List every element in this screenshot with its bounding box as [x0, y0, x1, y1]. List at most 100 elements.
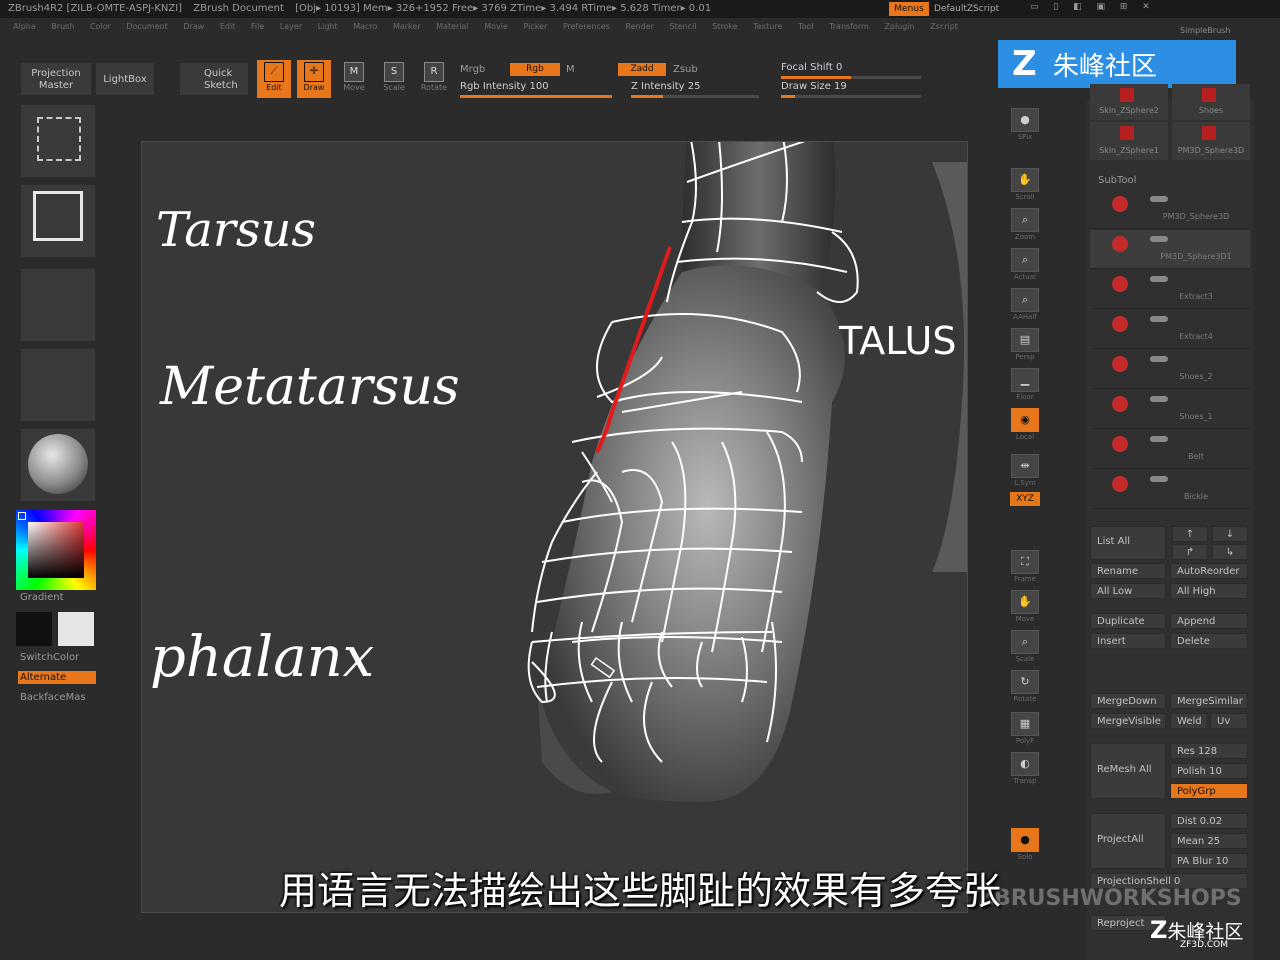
primary-color-swatch[interactable]	[16, 612, 52, 646]
projection-master-button[interactable]: Projection Master	[20, 62, 92, 96]
alternate-toggle[interactable]: Alternate	[18, 671, 96, 684]
persp-button[interactable]: ▤ Persp	[1007, 326, 1043, 362]
polyf-button[interactable]: ▦ PolyF	[1007, 710, 1043, 746]
subtool-item[interactable]: PM3D_Sphere3D	[1090, 190, 1250, 229]
visibility-toggle-icon[interactable]	[1150, 276, 1168, 282]
local-button[interactable]: ◉ Local	[1007, 406, 1043, 442]
edit-button[interactable]: ⟋ Edit	[257, 60, 291, 98]
secondary-color-swatch[interactable]	[58, 612, 94, 646]
merge-similar-button[interactable]: MergeSimilar	[1170, 693, 1248, 709]
mean-slider[interactable]: Mean 25	[1170, 833, 1248, 849]
rename-button[interactable]: Rename	[1090, 563, 1166, 579]
floor-button[interactable]: ▁ Floor	[1007, 366, 1043, 402]
menu-picker[interactable]: Picker	[523, 22, 547, 31]
visibility-toggle-icon[interactable]	[1150, 196, 1168, 202]
merge-down-button[interactable]: MergeDown	[1090, 693, 1166, 709]
menu-movie[interactable]: Movie	[484, 22, 508, 31]
remesh-all-button[interactable]: ReMesh All	[1090, 743, 1166, 799]
aahalf-button[interactable]: ⌕ AAHalf	[1007, 286, 1043, 322]
mrgb-toggle[interactable]: Mrgb	[460, 64, 485, 75]
rotate-view-button[interactable]: ↻ Rotate	[1007, 668, 1043, 704]
lightbox-button[interactable]: LightBox	[95, 62, 155, 96]
menu-texture[interactable]: Texture	[753, 22, 782, 31]
merge-visible-button[interactable]: MergeVisible	[1090, 713, 1166, 729]
polygrp-toggle[interactable]: PolyGrp	[1170, 783, 1248, 799]
move-view-button[interactable]: ✋ Move	[1007, 588, 1043, 624]
all-low-button[interactable]: All Low	[1090, 583, 1166, 599]
backface-mask-toggle[interactable]: BackfaceMas	[20, 692, 86, 703]
menu-color[interactable]: Color	[90, 22, 111, 31]
tool-thumb-skin1[interactable]: Skin_ZSphere1	[1090, 122, 1168, 160]
visibility-toggle-icon[interactable]	[1150, 476, 1168, 482]
subtool-item[interactable]: Shoes_1	[1090, 390, 1250, 429]
subtool-item-selected[interactable]: PM3D_Sphere3D1	[1090, 230, 1250, 269]
menu-file[interactable]: File	[251, 22, 264, 31]
default-zscript-button[interactable]: DefaultZScript	[934, 2, 999, 16]
subtool-item[interactable]: Bickle	[1090, 470, 1250, 509]
xyz-button[interactable]: XYZ	[1007, 488, 1043, 510]
dist-slider[interactable]: Dist 0.02	[1170, 813, 1248, 829]
texture-slot[interactable]	[20, 348, 96, 422]
material-slot[interactable]	[20, 428, 96, 502]
zadd-toggle[interactable]: Zadd	[618, 63, 666, 76]
polish-slider[interactable]: Polish 10	[1170, 763, 1248, 779]
move-up-alt-icon[interactable]: ↱	[1172, 544, 1208, 560]
draw-size-slider[interactable]	[781, 95, 921, 98]
subtool-item[interactable]: Belt	[1090, 430, 1250, 469]
tool-thumb-pm3d[interactable]: PM3D_Sphere3D	[1172, 122, 1250, 160]
rotate-button[interactable]: R Rotate	[417, 60, 451, 98]
menu-stencil[interactable]: Stencil	[669, 22, 696, 31]
menu-material[interactable]: Material	[436, 22, 469, 31]
subtool-header[interactable]: SubTool	[1098, 175, 1136, 186]
zsub-toggle[interactable]: Zsub	[673, 64, 698, 75]
alpha-slot[interactable]	[20, 268, 96, 342]
menu-tool[interactable]: Tool	[798, 22, 814, 31]
menu-stroke[interactable]: Stroke	[712, 22, 738, 31]
color-sv-square[interactable]	[28, 522, 84, 578]
res-slider[interactable]: Res 128	[1170, 743, 1248, 759]
visibility-toggle-icon[interactable]	[1150, 236, 1168, 242]
lsym-button[interactable]: ⇹ L.Sym	[1007, 452, 1043, 488]
uv-button[interactable]: Uv	[1210, 713, 1248, 729]
zoom-button[interactable]: ⌕ Zoom	[1007, 206, 1043, 242]
subtool-item[interactable]: Extract4	[1090, 310, 1250, 349]
menu-zscript[interactable]: Zscript	[930, 22, 958, 31]
scroll-button[interactable]: ✋ Scroll	[1007, 166, 1043, 202]
menus-button[interactable]: Menus	[889, 2, 929, 16]
z-intensity-slider[interactable]	[631, 95, 759, 98]
document-canvas[interactable]: Tarsus Metatarsus phalanx TALUS	[141, 141, 968, 913]
menu-zplugin[interactable]: Zplugin	[884, 22, 914, 31]
all-high-button[interactable]: All High	[1170, 583, 1248, 599]
spix-button[interactable]: ● SPix	[1007, 106, 1043, 142]
subtool-item[interactable]: Extract3	[1090, 270, 1250, 309]
menu-transform[interactable]: Transform	[829, 22, 869, 31]
solo-button[interactable]: ● Solo	[1007, 826, 1043, 862]
canvas-viewport[interactable]: Tarsus Metatarsus phalanx TALUS	[142, 142, 967, 912]
visibility-toggle-icon[interactable]	[1150, 436, 1168, 442]
menu-macro[interactable]: Macro	[353, 22, 377, 31]
color-picker[interactable]	[16, 510, 96, 590]
actual-button[interactable]: ⌕ Actual	[1007, 246, 1043, 282]
weld-button[interactable]: Weld	[1170, 713, 1208, 729]
autoreorder-button[interactable]: AutoReorder	[1170, 563, 1248, 579]
rgb-intensity-slider[interactable]	[460, 95, 612, 98]
menu-brush[interactable]: Brush	[51, 22, 74, 31]
subtool-item[interactable]: Shoes_2	[1090, 350, 1250, 389]
window-controls[interactable]: ▭ ▯ ◧ ▣ ⊞ ✕	[1030, 2, 1156, 12]
scale-button[interactable]: S Scale	[377, 60, 411, 98]
quick-sketch-button[interactable]: Quick Sketch	[179, 62, 249, 96]
insert-button[interactable]: Insert	[1090, 633, 1166, 649]
move-button[interactable]: M Move	[337, 60, 371, 98]
move-up-icon[interactable]: ↑	[1172, 526, 1208, 542]
tool-thumb-simplebrush[interactable]: SimpleBrush	[1180, 26, 1230, 35]
frame-button[interactable]: ⛶ Frame	[1007, 548, 1043, 584]
menu-marker[interactable]: Marker	[393, 22, 421, 31]
menu-light[interactable]: Light	[318, 22, 338, 31]
rgb-toggle[interactable]: Rgb	[510, 63, 560, 76]
duplicate-button[interactable]: Duplicate	[1090, 613, 1166, 629]
draw-button[interactable]: ✛ Draw	[297, 60, 331, 98]
brush-slot[interactable]	[20, 104, 96, 178]
switch-color-button[interactable]: SwitchColor	[20, 652, 79, 663]
menu-draw[interactable]: Draw	[183, 22, 204, 31]
tool-thumb-shoes[interactable]: Shoes	[1172, 84, 1250, 120]
